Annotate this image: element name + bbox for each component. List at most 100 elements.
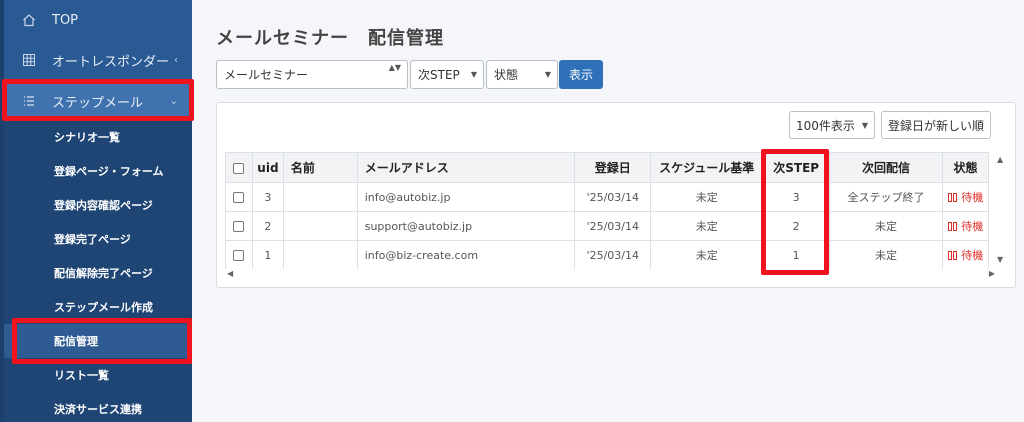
header-uid[interactable]: uid — [251, 152, 284, 183]
cell-date: '25/03/14 — [574, 240, 652, 269]
sort-value: 登録日が新しい順 — [888, 118, 985, 133]
scenario-select-value: メールセミナー — [224, 68, 309, 82]
cell-email: support@autobiz.jp — [356, 211, 576, 241]
cell-schedule: 未定 — [650, 182, 764, 212]
cell-email: info@autobiz.jp — [356, 182, 576, 212]
cell-next-step: 3 — [762, 182, 831, 212]
cell-next-delivery: 未定 — [829, 211, 943, 241]
pause-icon — [952, 222, 957, 231]
header-schedule[interactable]: スケジュール基準 — [650, 152, 764, 183]
cell-next-delivery: 全ステップ終了 — [829, 182, 943, 212]
cell-date: '25/03/14 — [574, 211, 652, 241]
status-badge: 待機 — [947, 191, 984, 204]
cell-email: info@biz-create.com — [356, 240, 576, 269]
sidebar-item-label: オートレスポンダー — [52, 54, 170, 70]
sidebar-item-autoresponder[interactable]: オートレスポンダー ‹ — [4, 40, 192, 80]
pause-icon — [952, 193, 957, 202]
horizontal-scrollbar[interactable]: ◀ ▶ — [225, 269, 997, 281]
cell-schedule: 未定 — [650, 211, 764, 241]
table-row[interactable]: 2 support@autobiz.jp '25/03/14 未定 2 未定 待… — [225, 211, 989, 241]
sort-select[interactable]: 登録日が新しい順 — [881, 111, 991, 139]
cell-next-delivery: 未定 — [829, 240, 943, 269]
main-content: メールセミナー 配信管理 メールセミナー ▲▼ 次STEP ▼ 状態 ▼ 表示 … — [192, 0, 1024, 422]
row-select-cell — [225, 182, 253, 212]
sidebar-item-stepmail[interactable]: ステップメール ⌄ — [4, 81, 192, 121]
chevron-left-icon: ‹ — [174, 54, 178, 66]
page-title: メールセミナー 配信管理 — [216, 28, 444, 49]
list-icon — [20, 92, 38, 110]
submenu-unsubscribe-page[interactable]: 配信解除完了ページ — [4, 256, 192, 290]
cell-name — [282, 182, 358, 212]
cell-status: 待機 — [941, 182, 989, 212]
sidebar-item-label: TOP — [52, 12, 79, 28]
table-scroll-area[interactable]: uid 名前 メールアドレス 登録日 スケジュール基準 次STEP 次回配信 状… — [225, 152, 989, 269]
chevron-down-icon: ⌄ — [169, 95, 178, 107]
row-checkbox[interactable] — [233, 192, 245, 203]
cell-next-step: 1 — [762, 240, 831, 269]
status-text: 待機 — [961, 220, 984, 233]
pause-icon — [947, 251, 952, 260]
pause-icon — [947, 222, 952, 231]
row-checkbox[interactable] — [233, 250, 245, 261]
grid-icon — [20, 51, 38, 69]
table-row[interactable]: 1 info@biz-create.com '25/03/14 未定 1 未定 … — [225, 240, 989, 269]
cell-name — [282, 240, 358, 269]
pause-icon — [952, 251, 957, 260]
chevron-down-icon: ▼ — [544, 70, 551, 79]
submenu-confirm-page[interactable]: 登録内容確認ページ — [4, 188, 192, 222]
scroll-right-arrow[interactable]: ▶ — [989, 269, 995, 278]
header-next-delivery[interactable]: 次回配信 — [829, 152, 943, 183]
status-text: 待機 — [961, 249, 984, 262]
home-icon — [20, 11, 38, 29]
cell-uid: 3 — [251, 182, 284, 212]
cell-date: '25/03/14 — [574, 182, 652, 212]
sidebar-item-label: ステップメール — [52, 95, 144, 111]
select-all-cell — [225, 152, 253, 183]
scroll-left-arrow[interactable]: ◀ — [227, 269, 233, 278]
select-all-checkbox[interactable] — [233, 162, 245, 174]
submenu-payment-integration[interactable]: 決済サービス連携 — [4, 392, 192, 422]
submenu-scenario-list[interactable]: シナリオ一覧 — [4, 120, 192, 154]
submenu-create-stepmail[interactable]: ステップメール作成 — [4, 290, 192, 324]
show-button[interactable]: 表示 — [559, 60, 603, 89]
per-page-select[interactable]: 100件表示 ▼ — [789, 111, 875, 139]
header-email[interactable]: メールアドレス — [356, 152, 576, 183]
submenu-complete-page[interactable]: 登録完了ページ — [4, 222, 192, 256]
sidebar: TOP オートレスポンダー ‹ ステップメール ⌄ シナリオ一覧 登録ページ・フ… — [0, 0, 192, 422]
header-next-step[interactable]: 次STEP — [762, 152, 831, 183]
stepmail-submenu: シナリオ一覧 登録ページ・フォーム 登録内容確認ページ 登録完了ページ 配信解除… — [4, 120, 192, 422]
header-status[interactable]: 状態 — [941, 152, 989, 183]
sidebar-item-top[interactable]: TOP — [4, 0, 192, 40]
delivery-table: uid 名前 メールアドレス 登録日 スケジュール基準 次STEP 次回配信 状… — [225, 152, 989, 269]
row-select-cell — [225, 240, 253, 269]
cell-uid: 2 — [251, 211, 284, 241]
row-checkbox[interactable] — [233, 221, 245, 232]
cell-status: 待機 — [941, 240, 989, 269]
chevron-down-icon: ▼ — [858, 120, 868, 130]
pause-icon — [947, 193, 952, 202]
row-select-cell — [225, 211, 253, 241]
results-card: 100件表示 ▼ 登録日が新しい順 uid 名前 メールアドレス 登録日 スケジ… — [216, 102, 1016, 288]
submenu-list[interactable]: リスト一覧 — [4, 358, 192, 392]
submenu-delivery-management[interactable]: 配信管理 — [4, 324, 192, 358]
scenario-select[interactable]: メールセミナー ▲▼ — [216, 60, 408, 89]
table-row[interactable]: 3 info@autobiz.jp '25/03/14 未定 3 全ステップ終了… — [225, 182, 989, 212]
scroll-up-arrow[interactable]: ▲ — [997, 155, 1003, 164]
cell-name — [282, 211, 358, 241]
header-date[interactable]: 登録日 — [574, 152, 652, 183]
caret-icon: ▲▼ — [388, 63, 401, 72]
next-step-select[interactable]: 次STEP ▼ — [410, 60, 484, 89]
status-badge: 待機 — [947, 220, 984, 233]
per-page-value: 100件表示 — [796, 118, 855, 133]
cell-status: 待機 — [941, 211, 989, 241]
cell-schedule: 未定 — [650, 240, 764, 269]
next-step-select-value: 次STEP — [418, 68, 460, 82]
status-text: 待機 — [961, 191, 984, 204]
cell-next-step: 2 — [762, 211, 831, 241]
submenu-register-form[interactable]: 登録ページ・フォーム — [4, 154, 192, 188]
cell-uid: 1 — [251, 240, 284, 269]
table-header-row: uid 名前 メールアドレス 登録日 スケジュール基準 次STEP 次回配信 状… — [225, 152, 989, 183]
scroll-down-arrow[interactable]: ▼ — [997, 255, 1003, 264]
header-name[interactable]: 名前 — [282, 152, 358, 183]
state-select[interactable]: 状態 ▼ — [486, 60, 558, 89]
